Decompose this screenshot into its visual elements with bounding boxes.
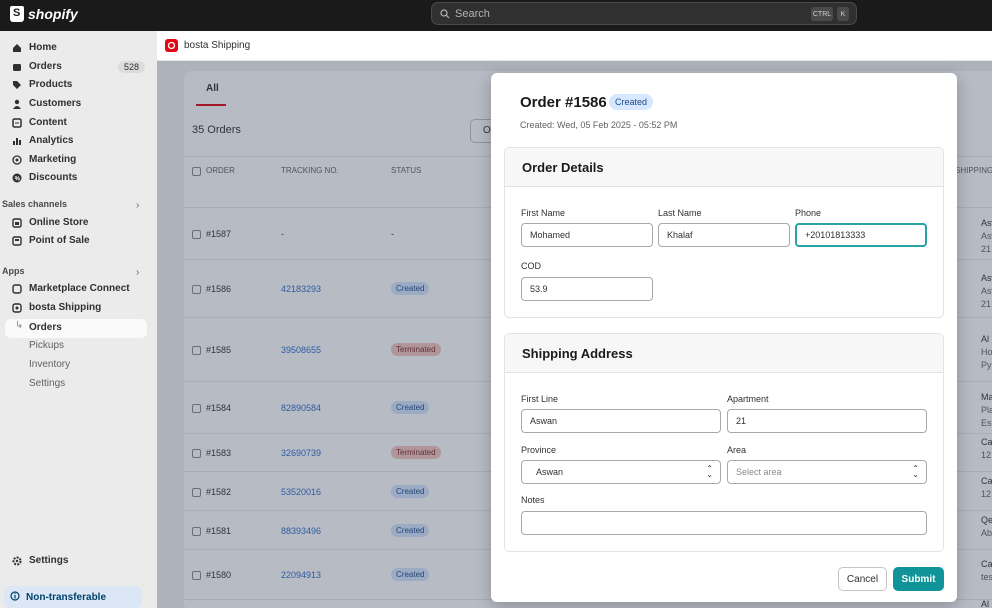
phone-field[interactable]: +20101813333 [795,223,927,247]
apps-heading: Apps [2,266,25,276]
first-line-label: First Line [521,394,559,404]
target-icon [12,154,22,165]
sidebar-item-label: Customers [29,98,82,109]
sidebar-item-analytics[interactable]: Analytics [12,135,73,146]
app-icon [12,283,22,294]
store-icon [12,217,22,228]
province-select[interactable]: Aswan ⌃ ⌄ [521,460,721,484]
shipping-address-section: Shipping Address First Line Aswan Apartm… [504,333,944,552]
pos-icon [12,235,22,246]
province-label: Province [521,445,557,455]
created-date: Created: Wed, 05 Feb 2025 - 05:52 PM [520,120,678,130]
sidebar-item-label: Discounts [29,172,78,183]
shipping-address-heading: Shipping Address [505,334,943,373]
sidebar-item-label: Marketplace Connect [29,283,130,294]
sidebar-item-label: Home [29,42,57,53]
home-icon [12,43,22,53]
kbd-k: K [837,7,849,21]
sidebar-item-orders[interactable]: Orders [12,61,62,72]
area-placeholder: Select area [736,467,782,477]
document-icon [12,117,22,128]
sidebar: Home Orders 528 Products Customers Conte… [0,31,157,608]
sidebar-item-online-store[interactable]: Online Store [12,217,88,228]
status-badge: Created [609,94,654,110]
cod-field[interactable]: 53.9 [521,277,653,301]
sidebar-item-label: bosta Shipping [29,302,102,313]
info-icon [10,590,20,604]
sidebar-item-label: Point of Sale [29,235,90,246]
sidebar-item-customers[interactable]: Customers [12,98,81,109]
non-transferable-badge[interactable]: Non-transferable [4,586,142,608]
kbd-ctrl: CTRL [811,7,833,21]
bosta-app-icon [165,39,178,52]
select-arrows-icon: ⌃ ⌄ [706,464,713,479]
apartment-field[interactable]: 21 [727,409,927,433]
sidebar-item-point-of-sale[interactable]: Point of Sale [12,235,90,246]
chevron-right-icon[interactable]: › [136,267,139,278]
sidebar-item-settings[interactable]: Settings [12,555,68,566]
search-input[interactable]: Search CTRL K [431,2,857,25]
logo-text: shopify [28,6,78,22]
app-icon [12,302,22,313]
sidebar-item-label: Marketing [29,154,77,165]
tag-icon [12,80,22,90]
apartment-label: Apartment [727,394,769,404]
last-name-label: Last Name [658,208,702,218]
order-edit-modal: Order #1586 Created Created: Wed, 05 Feb… [491,73,957,602]
sidebar-item-label: Online Store [29,217,89,228]
cod-label: COD [521,261,541,271]
first-name-label: First Name [521,208,566,218]
non-transferable-label: Non-transferable [26,591,107,603]
sidebar-item-label: Settings [29,555,69,566]
sidebar-sub-settings[interactable]: Settings [29,378,65,389]
discount-icon: % [12,173,22,183]
sidebar-item-marketplace-connect[interactable]: Marketplace Connect [12,283,130,294]
sidebar-sub-orders[interactable]: Orders [29,322,62,333]
last-name-field[interactable]: Khalaf [658,223,790,247]
sidebar-item-bosta-shipping[interactable]: bosta Shipping [12,302,101,313]
sidebar-item-discounts[interactable]: % Discounts [12,172,77,183]
sidebar-item-label: Orders [29,61,62,72]
inbox-icon [12,62,22,72]
notes-label: Notes [521,495,545,505]
shopify-bag-icon [10,6,24,22]
order-details-section: Order Details First Name Mohamed Last Na… [504,147,944,318]
sidebar-sub-inventory[interactable]: Inventory [29,359,70,370]
phone-label: Phone [795,208,822,218]
sidebar-item-label: Analytics [29,135,74,146]
select-arrows-icon: ⌃ ⌄ [912,464,919,479]
sidebar-item-home[interactable]: Home [12,42,57,53]
province-value: Aswan [536,467,564,477]
gear-icon [12,556,22,566]
sidebar-item-label: Content [29,117,67,128]
sales-channels-heading: Sales channels [2,199,68,209]
orders-count-badge: 528 [118,61,146,73]
sidebar-active-highlight [5,319,147,338]
person-icon [12,99,22,109]
sidebar-item-label: Products [29,79,73,90]
modal-title: Order #1586 [520,94,607,111]
area-select[interactable]: Select area ⌃ ⌄ [727,460,927,484]
order-details-heading: Order Details [505,148,943,187]
first-name-field[interactable]: Mohamed [521,223,653,247]
notes-field[interactable] [521,511,927,535]
shopify-logo[interactable]: shopify [10,6,78,22]
sidebar-item-marketing[interactable]: Marketing [12,154,76,165]
sidebar-item-content[interactable]: Content [12,117,67,128]
sidebar-item-products[interactable]: Products [12,79,72,90]
sidebar-sub-pickups[interactable]: Pickups [29,340,64,351]
cancel-button[interactable]: Cancel [838,567,887,591]
chevron-right-icon[interactable]: › [136,200,139,211]
top-bar: shopify Search CTRL K [0,0,992,31]
tree-connector-icon: ↳ [15,320,24,331]
search-icon [440,8,450,18]
search-placeholder: Search [455,7,490,20]
submit-button[interactable]: Submit [893,567,944,591]
svg-text:%: % [15,176,21,182]
bar-chart-icon [12,136,22,146]
app-header: bosta Shipping [157,31,992,61]
first-line-field[interactable]: Aswan [521,409,721,433]
area-label: Area [727,445,747,455]
app-title: bosta Shipping [184,40,251,51]
